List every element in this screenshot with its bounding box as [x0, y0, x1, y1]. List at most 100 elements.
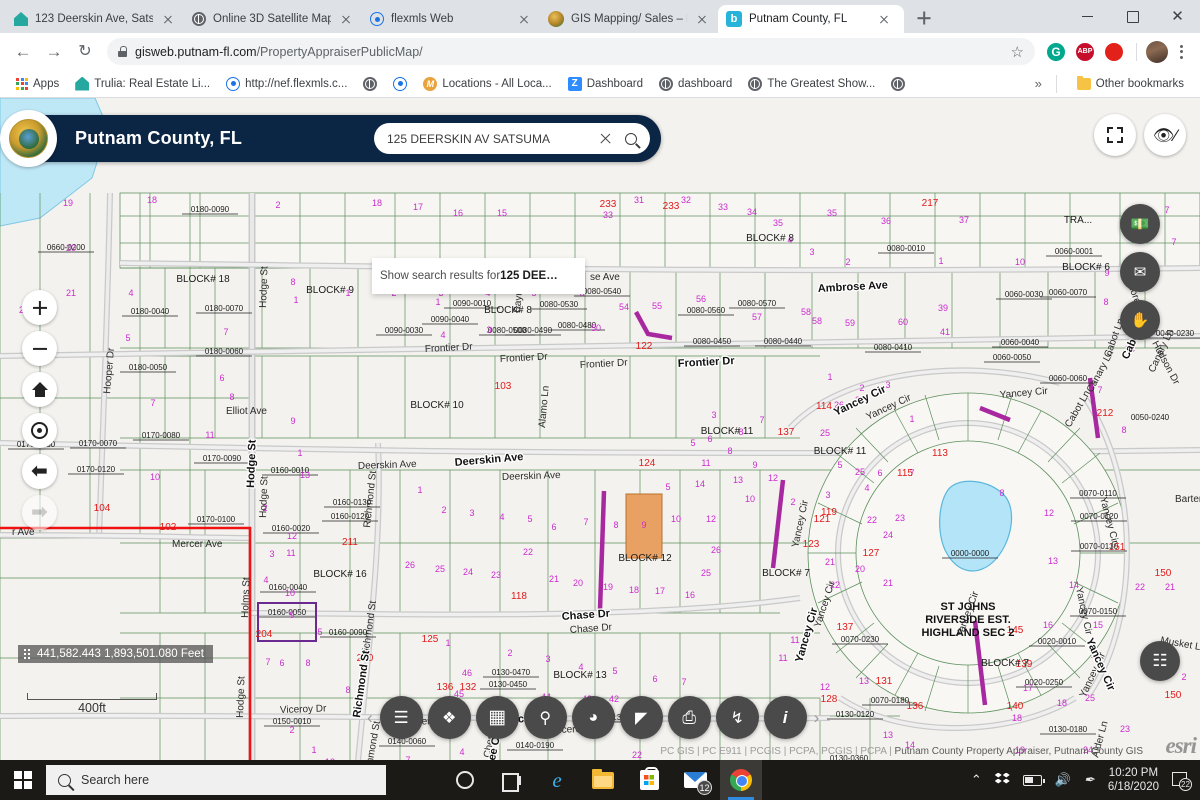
- bookmark-greatest-show[interactable]: The Greatest Show...: [742, 75, 881, 93]
- svg-text:0060-0060: 0060-0060: [1049, 374, 1088, 383]
- bookmark-globe-2[interactable]: [885, 75, 911, 93]
- tab-close-icon[interactable]: [516, 11, 532, 27]
- legend-button[interactable]: ☰: [380, 696, 423, 739]
- search-input[interactable]: [387, 132, 591, 146]
- browser-tab-2[interactable]: flexmls Web: [362, 5, 540, 33]
- page-title: Putnam County, FL: [75, 128, 242, 149]
- fullscreen-button[interactable]: [1094, 114, 1136, 156]
- search-box[interactable]: [374, 123, 650, 154]
- bookmark-apps[interactable]: Apps: [10, 76, 65, 92]
- clear-search-icon[interactable]: [597, 130, 614, 147]
- reload-button[interactable]: ↻: [71, 38, 99, 66]
- chrome-button[interactable]: [720, 760, 762, 800]
- task-view-button[interactable]: [490, 760, 532, 800]
- browser-tab-0[interactable]: 123 Deerskin Ave, Satsum: [6, 5, 184, 33]
- home-extent-button[interactable]: [22, 372, 57, 407]
- tab-title: Online 3D Satellite Maps: [213, 13, 331, 25]
- cortana-button[interactable]: [444, 760, 486, 800]
- bookmark-locations[interactable]: M Locations - All Loca...: [417, 75, 557, 93]
- tab-close-icon[interactable]: [876, 11, 892, 27]
- pin-icon: [370, 12, 384, 26]
- sales-search-button[interactable]: 💵: [1120, 204, 1160, 244]
- microsoft-store-button[interactable]: [628, 760, 670, 800]
- tab-close-icon[interactable]: [160, 11, 176, 27]
- attribution-text: Putnam County Property Appraiser, Putnam…: [892, 746, 1143, 757]
- envelope-icon: ✉: [1134, 263, 1147, 281]
- bookmark-globe-1[interactable]: [357, 75, 383, 93]
- clock[interactable]: 10:20 PM 6/18/2020: [1108, 766, 1159, 795]
- browser-tab-1[interactable]: Online 3D Satellite Maps: [184, 5, 362, 33]
- draw-button[interactable]: ◕: [572, 696, 615, 739]
- minimize-button[interactable]: [1065, 0, 1110, 33]
- bookmark-trulia[interactable]: Trulia: Real Estate Li...: [69, 75, 216, 93]
- back-button[interactable]: ←: [9, 38, 37, 66]
- measure-button[interactable]: ◤: [620, 696, 663, 739]
- coordinate-readout[interactable]: 441,582.443 1,893,501.080 Feet: [18, 645, 213, 663]
- maximize-button[interactable]: [1110, 0, 1155, 33]
- browser-tab-4-active[interactable]: b Putnam County, FL: [718, 5, 904, 33]
- bookmark-flexmls[interactable]: http://nef.flexmls.c...: [220, 75, 353, 93]
- bookmark-dashboard[interactable]: dashboard: [653, 75, 738, 93]
- info-button[interactable]: i: [764, 696, 807, 739]
- svg-text:0170-0120: 0170-0120: [77, 465, 116, 474]
- attribute-table-toggle[interactable]: ☷: [1140, 641, 1180, 681]
- layers-button[interactable]: ❖: [428, 696, 471, 739]
- battery-icon[interactable]: [1023, 775, 1042, 786]
- mail-button[interactable]: 12: [674, 760, 716, 800]
- bookmark-label: The Greatest Show...: [767, 78, 875, 90]
- internet-explorer-button[interactable]: e: [536, 760, 578, 800]
- svg-text:59: 59: [845, 318, 855, 328]
- svg-text:15: 15: [497, 208, 507, 218]
- locate-parcel-button[interactable]: ⚲: [524, 696, 567, 739]
- adblock-plus-extension-icon[interactable]: ABP: [1076, 43, 1094, 61]
- browser-tab-3[interactable]: GIS Mapping/ Sales – Pro: [540, 5, 718, 33]
- map-viewport[interactable]: 0180-00900180-0040 0180-00700180-0050 01…: [0, 98, 1200, 761]
- tab-close-icon[interactable]: [694, 11, 710, 27]
- bookmark-pin-2[interactable]: [387, 75, 413, 93]
- svg-text:123: 123: [803, 539, 820, 550]
- grammarly-extension-icon[interactable]: G: [1047, 43, 1065, 61]
- forward-button[interactable]: →: [40, 38, 68, 66]
- zoom-out-button[interactable]: [22, 331, 57, 366]
- hide-panels-button[interactable]: 👁⁄: [1144, 114, 1186, 156]
- tab-close-icon[interactable]: [338, 11, 354, 27]
- show-hidden-icons-button[interactable]: ⌃: [971, 772, 982, 788]
- taskbar-search-input[interactable]: Search here: [46, 765, 386, 795]
- pen-icon[interactable]: ✒: [1084, 772, 1095, 788]
- url-input[interactable]: gisweb.putnam-fl.com/PropertyAppraiserPu…: [107, 38, 1035, 65]
- file-explorer-button[interactable]: [582, 760, 624, 800]
- zoom-in-button[interactable]: [22, 290, 57, 325]
- close-window-button[interactable]: ✕: [1155, 0, 1200, 33]
- previous-extent-button[interactable]: ⬅: [22, 454, 57, 489]
- avatar[interactable]: [1146, 41, 1168, 63]
- putnam-county-seal-icon[interactable]: [0, 110, 57, 167]
- chrome-menu-button[interactable]: [1171, 45, 1191, 59]
- new-tab-button[interactable]: [910, 4, 938, 32]
- search-suggestion-item[interactable]: Show search results for 125 DEE…: [372, 258, 585, 294]
- bookmark-star-icon[interactable]: ☆: [1011, 44, 1024, 61]
- other-bookmarks-folder[interactable]: Other bookmarks: [1071, 76, 1190, 92]
- share-button[interactable]: ↯: [716, 696, 759, 739]
- svg-text:0180-0040: 0180-0040: [131, 307, 170, 316]
- bookmark-dashboard-z[interactable]: Z Dashboard: [562, 75, 649, 93]
- dropbox-icon[interactable]: [995, 773, 1010, 788]
- svg-text:12: 12: [768, 473, 778, 483]
- search-submit-button[interactable]: [620, 128, 642, 150]
- locate-me-button[interactable]: [22, 413, 57, 448]
- email-button[interactable]: ✉: [1120, 252, 1160, 292]
- notification-center-button[interactable]: 22: [1172, 772, 1190, 788]
- volume-icon[interactable]: 🔊: [1055, 772, 1071, 788]
- attribute-table-button[interactable]: ☷: [1140, 641, 1180, 681]
- measure-area-button[interactable]: ✋: [1120, 300, 1160, 340]
- next-extent-button[interactable]: ➡: [22, 495, 57, 530]
- overflow-chevron-icon[interactable]: »: [1035, 76, 1042, 91]
- svg-text:6: 6: [652, 674, 657, 684]
- coordinate-toggle-icon[interactable]: [24, 649, 30, 659]
- toolbar-next-button[interactable]: ›: [812, 708, 822, 728]
- toolbar-prev-button[interactable]: ‹: [365, 708, 375, 728]
- svg-text:22: 22: [1135, 582, 1145, 592]
- basemap-gallery-button[interactable]: ▦: [476, 696, 519, 739]
- print-button[interactable]: ⎙: [668, 696, 711, 739]
- start-button[interactable]: [0, 760, 46, 800]
- opera-extension-icon[interactable]: [1105, 43, 1123, 61]
